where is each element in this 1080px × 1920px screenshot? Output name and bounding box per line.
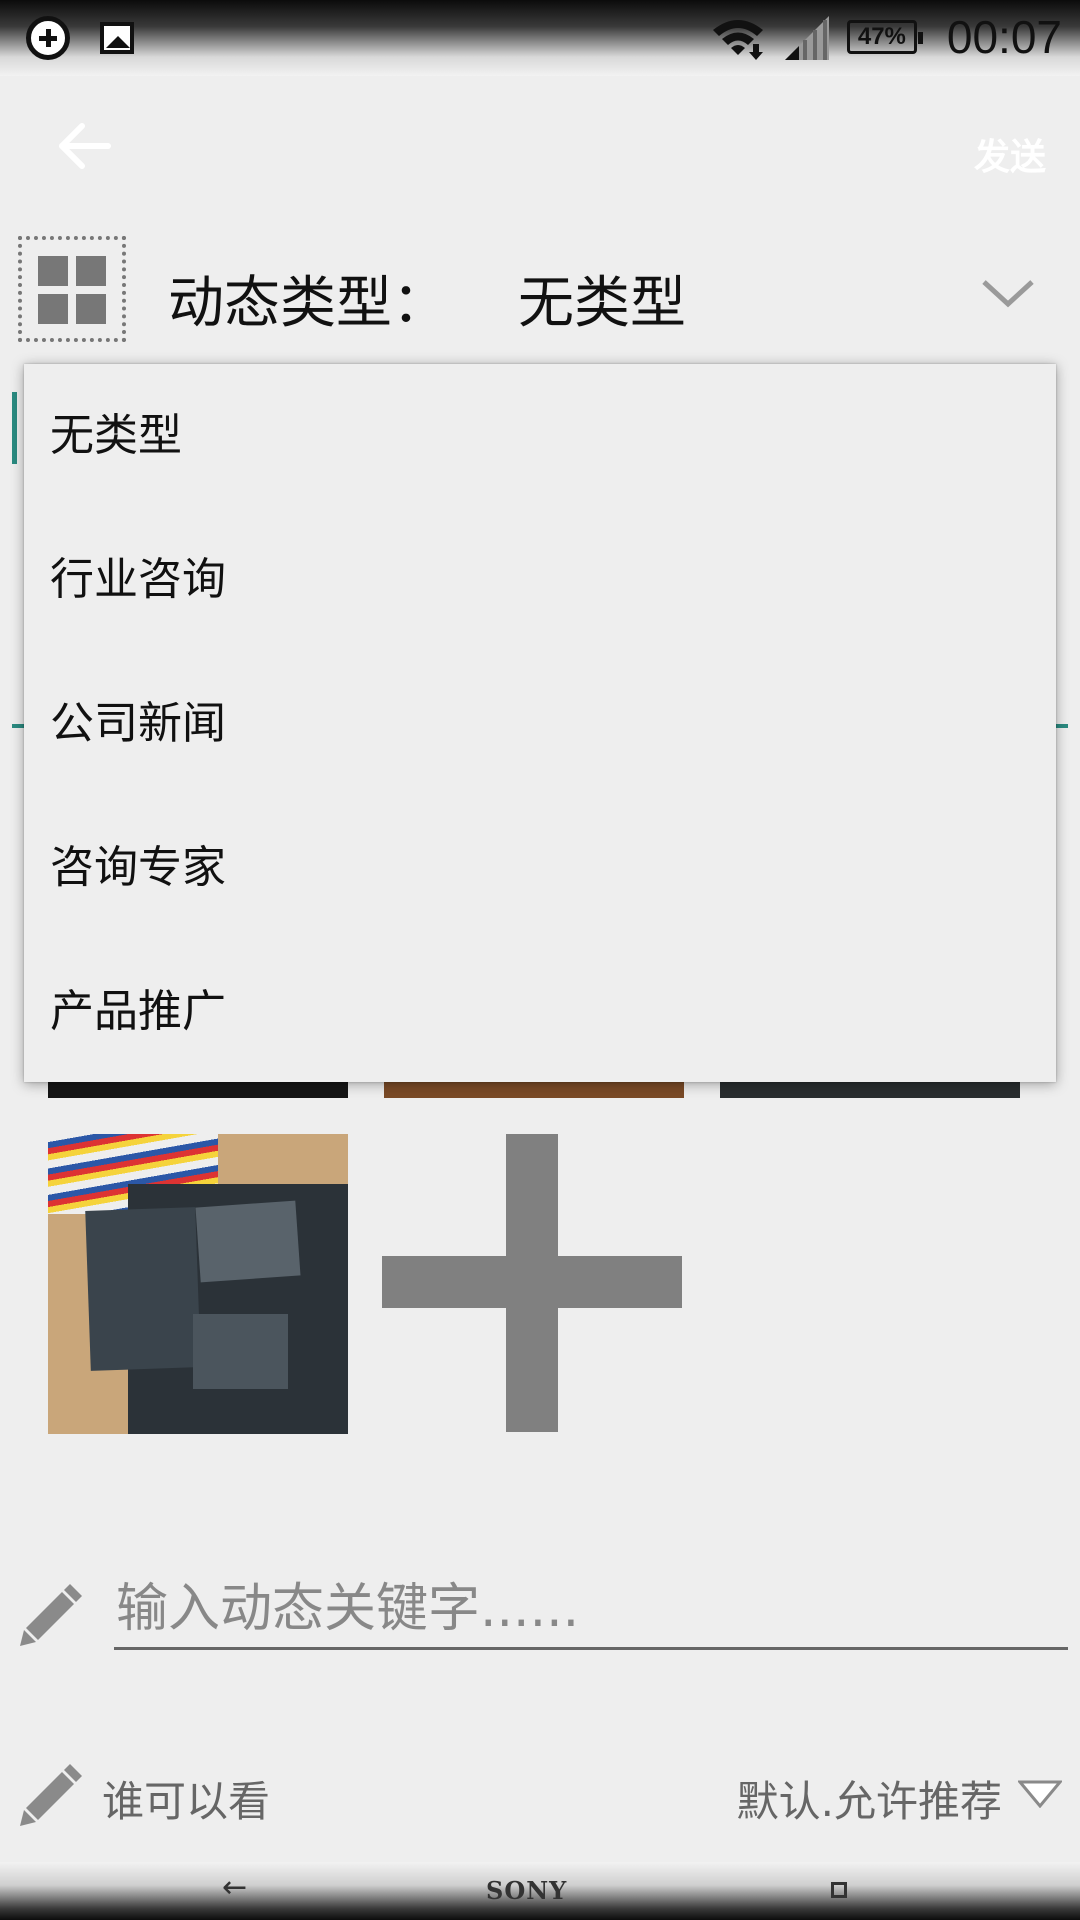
add-circle-icon	[26, 16, 70, 60]
app-bar: 发送	[0, 76, 1080, 222]
battery-icon: 47%	[846, 20, 923, 54]
pencil-icon	[20, 1584, 82, 1646]
dropdown-option-none[interactable]: 无类型	[24, 364, 1056, 508]
dropdown-option-industry-consulting[interactable]: 行业咨询	[24, 508, 1056, 652]
chevron-down-icon[interactable]	[980, 274, 1036, 310]
photo-card	[85, 1207, 201, 1371]
send-button[interactable]: 发送	[974, 128, 1046, 180]
dropdown-option-consulting-expert[interactable]: 咨询专家	[24, 796, 1056, 940]
type-label: 动态类型：	[168, 271, 448, 336]
photo-card	[193, 1314, 288, 1389]
photo-thumb-1[interactable]	[48, 1082, 348, 1098]
dropdown-triangle-icon[interactable]	[1018, 1778, 1062, 1808]
visibility-label: 谁可以看	[102, 1777, 271, 1826]
photo-card	[195, 1200, 301, 1283]
visibility-value[interactable]: 默认.允许推荐	[737, 1768, 1002, 1829]
type-selector[interactable]: 动态类型： 无类型	[0, 222, 1080, 362]
image-icon	[100, 22, 134, 54]
type-value[interactable]: 无类型	[518, 258, 686, 339]
category-grid-icon	[18, 236, 126, 342]
back-arrow-icon[interactable]	[56, 118, 112, 174]
pencil-icon	[20, 1764, 82, 1826]
content-field-underline-left	[12, 724, 24, 728]
wifi-icon	[712, 20, 763, 60]
dropdown-option-company-news[interactable]: 公司新闻	[24, 652, 1056, 796]
add-photo-button[interactable]	[382, 1134, 682, 1432]
clock: 00:07	[946, 11, 1062, 63]
status-right-icons: 47% 00:07	[709, 10, 1062, 64]
status-bar: 47% 00:07	[0, 0, 1080, 76]
brand-logo: SONY	[486, 1876, 568, 1905]
keyword-input[interactable]	[114, 1570, 1068, 1650]
photo-thumb-4[interactable]	[48, 1134, 348, 1434]
photo-thumb-3[interactable]	[720, 1082, 1020, 1098]
type-dropdown-menu: 无类型 行业咨询 公司新闻 咨询专家 产品推广	[24, 364, 1056, 1082]
nav-back-button[interactable]: ←	[222, 1870, 247, 1905]
system-nav-bar: ← SONY	[0, 1862, 1080, 1920]
dropdown-option-product-promotion[interactable]: 产品推广	[24, 940, 1056, 1084]
nav-recent-apps-button[interactable]	[831, 1882, 847, 1898]
content-field-indicator	[12, 392, 17, 464]
content-field-underline-right	[1056, 724, 1068, 728]
signal-icon	[784, 16, 829, 60]
photo-thumb-2[interactable]	[384, 1082, 684, 1098]
status-left-icons	[26, 16, 134, 60]
plus-icon-horizontal	[382, 1256, 682, 1308]
battery-level: 47%	[857, 23, 906, 50]
